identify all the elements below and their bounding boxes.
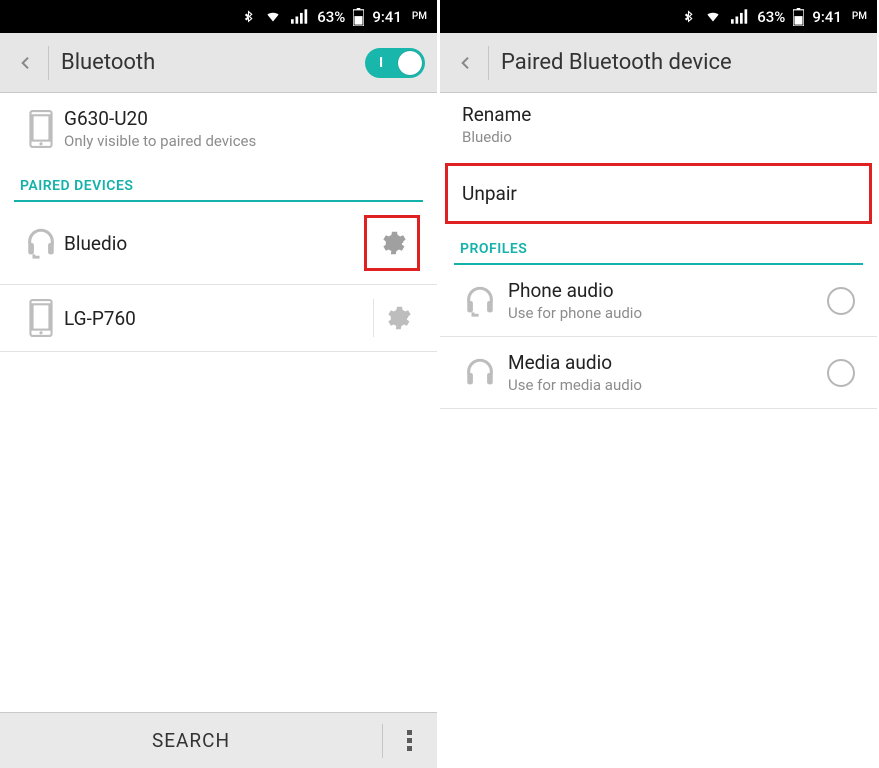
divider bbox=[488, 46, 489, 80]
device-name: Bluedio bbox=[64, 232, 365, 255]
this-device-row[interactable]: G630-U20 Only visible to paired devices bbox=[0, 93, 437, 164]
phone-icon bbox=[18, 110, 64, 148]
bluetooth-icon bbox=[242, 8, 255, 26]
clock-pm: PM bbox=[852, 11, 867, 22]
back-button[interactable] bbox=[12, 51, 40, 75]
battery-text: 63% bbox=[757, 8, 785, 26]
device-settings-button[interactable] bbox=[365, 216, 419, 270]
page-title: Bluetooth bbox=[61, 50, 365, 75]
bottom-bar: SEARCH bbox=[0, 712, 437, 768]
phone-icon bbox=[18, 299, 64, 337]
status-bar: 63% 9:41 PM bbox=[0, 0, 437, 33]
profile-phone-audio[interactable]: Phone audio Use for phone audio bbox=[440, 265, 877, 337]
clock-text: 9:41 bbox=[372, 8, 402, 26]
top-bar: Paired Bluetooth device bbox=[440, 33, 877, 93]
battery-text: 63% bbox=[317, 8, 345, 26]
unpair-label: Unpair bbox=[462, 182, 855, 205]
content: G630-U20 Only visible to paired devices … bbox=[0, 93, 437, 712]
search-button[interactable]: SEARCH bbox=[0, 729, 382, 752]
clock-pm: PM bbox=[412, 11, 427, 22]
top-bar: Bluetooth I bbox=[0, 33, 437, 93]
paired-device-bluedio[interactable]: Bluedio bbox=[0, 202, 437, 285]
profiles-label: PROFILES bbox=[440, 223, 877, 263]
signal-icon bbox=[731, 9, 749, 24]
rename-label: Rename bbox=[462, 103, 857, 126]
paired-device-lg[interactable]: LG-P760 bbox=[0, 285, 437, 352]
page-title: Paired Bluetooth device bbox=[501, 50, 865, 75]
headset-icon bbox=[452, 284, 508, 318]
headphones-icon bbox=[452, 356, 508, 390]
signal-icon bbox=[291, 9, 309, 24]
profile-media-audio[interactable]: Media audio Use for media audio bbox=[440, 337, 877, 409]
divider bbox=[48, 46, 49, 80]
wifi-icon bbox=[703, 9, 723, 24]
battery-icon bbox=[793, 8, 804, 26]
profile-radio[interactable] bbox=[827, 359, 855, 387]
right-screen: 63% 9:41 PM Paired Bluetooth device Rena… bbox=[440, 0, 877, 768]
profile-sub: Use for phone audio bbox=[508, 304, 827, 322]
back-button[interactable] bbox=[452, 51, 480, 75]
profile-title: Media audio bbox=[508, 351, 827, 374]
bluetooth-toggle[interactable]: I bbox=[365, 48, 425, 78]
profile-radio[interactable] bbox=[827, 287, 855, 315]
rename-row[interactable]: Rename Bluedio bbox=[440, 93, 877, 158]
overflow-menu-button[interactable] bbox=[383, 730, 437, 752]
content: Rename Bluedio Unpair PROFILES Phone aud… bbox=[440, 93, 877, 768]
unpair-row[interactable]: Unpair bbox=[446, 164, 871, 223]
device-name: LG-P760 bbox=[64, 307, 373, 330]
battery-icon bbox=[353, 8, 364, 26]
left-screen: 63% 9:41 PM Bluetooth I G630-U20 Only vi… bbox=[0, 0, 437, 768]
wifi-icon bbox=[263, 9, 283, 24]
profile-title: Phone audio bbox=[508, 279, 827, 302]
paired-devices-label: PAIRED DEVICES bbox=[0, 164, 437, 200]
device-settings-button[interactable] bbox=[373, 299, 419, 337]
this-device-sub: Only visible to paired devices bbox=[64, 132, 419, 150]
rename-value: Bluedio bbox=[462, 128, 857, 146]
bluetooth-icon bbox=[682, 8, 695, 26]
status-bar: 63% 9:41 PM bbox=[440, 0, 877, 33]
headset-icon bbox=[18, 226, 64, 260]
profile-sub: Use for media audio bbox=[508, 376, 827, 394]
this-device-name: G630-U20 bbox=[64, 107, 419, 130]
clock-text: 9:41 bbox=[812, 8, 842, 26]
